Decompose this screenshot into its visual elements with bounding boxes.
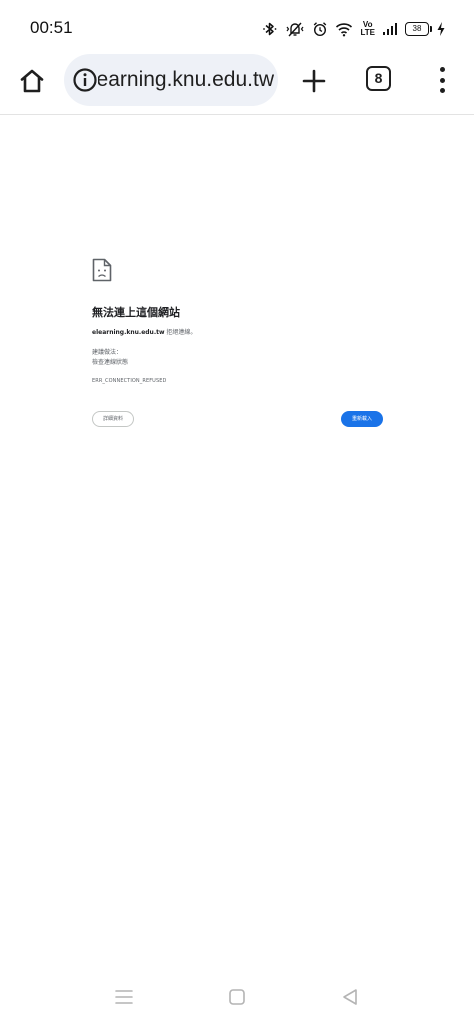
home-button[interactable]: [14, 63, 50, 99]
volte-bottom-label: LTE: [360, 28, 375, 37]
browser-screen: 00:51 Vo LTE 38 elearning.knu.edu.tw 8 無…: [0, 0, 474, 1026]
battery-level: 38: [412, 24, 422, 33]
reload-button[interactable]: 重新載入: [341, 411, 383, 427]
nav-home-icon[interactable]: [228, 988, 246, 1006]
url-text[interactable]: elearning.knu.edu.tw: [98, 67, 274, 93]
back-icon[interactable]: [340, 987, 360, 1007]
address-bar[interactable]: elearning.knu.edu.tw: [64, 54, 278, 106]
browser-toolbar: elearning.knu.edu.tw 8: [0, 52, 474, 115]
home-icon: [20, 69, 44, 93]
battery-icon: 38: [405, 22, 432, 36]
recents-icon[interactable]: [114, 988, 134, 1006]
info-icon[interactable]: [72, 67, 98, 93]
signal-icon: [383, 23, 397, 35]
menu-dot: [439, 67, 445, 72]
more-vert-icon[interactable]: [430, 64, 454, 96]
sad-page-icon: [92, 258, 112, 282]
system-nav-bar: [0, 978, 474, 1018]
menu-dot: [439, 77, 445, 83]
tab-switcher-button[interactable]: 8: [366, 66, 391, 91]
suggestions-heading: 建議做法：: [92, 349, 123, 356]
new-tab-button[interactable]: [296, 63, 332, 99]
error-description: elearning.knu.edu.tw 拒絕連線。: [92, 327, 196, 336]
status-time: 00:51: [30, 18, 73, 37]
details-button[interactable]: 詳細資料: [92, 411, 134, 427]
bluetooth-icon: [263, 22, 277, 36]
status-icons: Vo LTE 38: [262, 18, 446, 40]
error-host: elearning.knu.edu.tw: [92, 329, 165, 336]
status-bar: 00:51 Vo LTE 38: [0, 0, 474, 52]
error-desc-suffix: 拒絕連線。: [164, 329, 197, 336]
menu-dot: [439, 88, 445, 93]
error-title: 無法連上這個網站: [92, 306, 180, 319]
suggestion-item: 檢查連線狀態: [92, 359, 129, 366]
charging-icon: [437, 22, 445, 36]
volte-icon: Vo LTE: [360, 21, 375, 37]
wifi-icon: [336, 23, 353, 37]
alarm-icon: [314, 22, 327, 37]
error-code: ERR_CONNECTION_REFUSED: [92, 378, 167, 384]
vibrate-icon: [287, 22, 304, 37]
plus-icon: [302, 69, 326, 93]
